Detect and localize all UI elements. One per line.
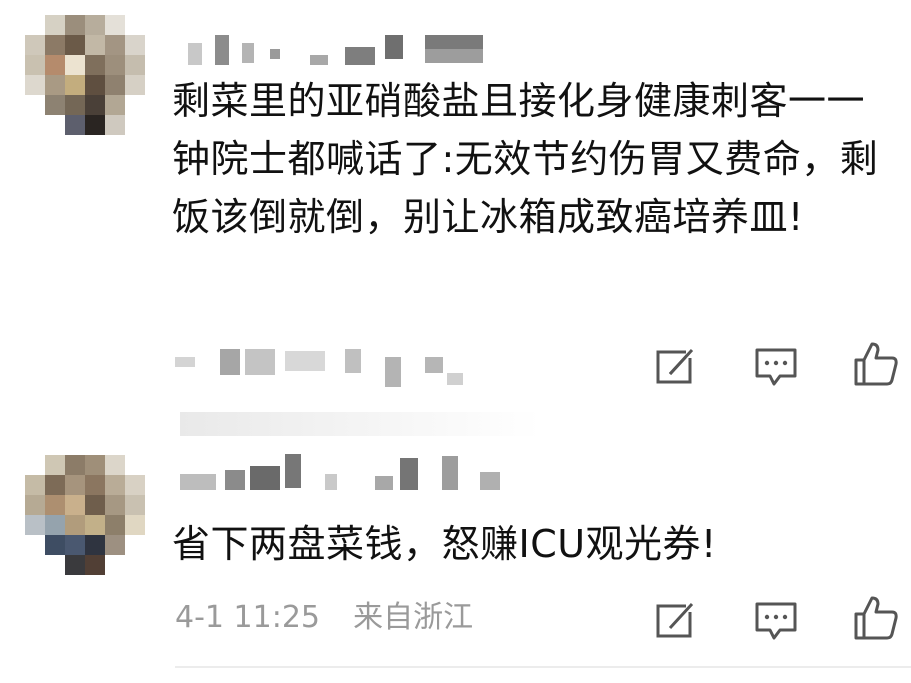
username-obscured[interactable] — [180, 35, 510, 75]
comment-time: 4-1 11:25 — [175, 600, 320, 635]
edit-forward-icon — [656, 602, 696, 638]
forward-button[interactable] — [652, 596, 700, 644]
comment-bubble-icon — [755, 602, 797, 640]
divider — [175, 666, 911, 668]
comment-meta-obscured — [175, 345, 475, 387]
forward-button[interactable] — [652, 342, 700, 390]
comment-location: 来自浙江 — [353, 600, 474, 635]
avatar[interactable] — [25, 455, 145, 575]
comment-text: 剩菜里的亚硝酸盐且接化身健康刺客一一钟院士都喊话了:无效节约伤胃又费命，剩饭该倒… — [172, 79, 879, 239]
username-obscured[interactable] — [180, 452, 510, 492]
reply-button[interactable] — [752, 596, 800, 644]
comment-item: 剩菜里的亚硝酸盐且接化身健康刺客一一钟院士都喊话了:无效节约伤胃又费命，剩饭该倒… — [0, 0, 911, 436]
thumbs-up-icon — [854, 596, 898, 640]
avatar[interactable] — [25, 15, 145, 135]
comment-text: 省下两盘菜钱，怒赚ICU观光券! — [172, 522, 717, 566]
like-button[interactable] — [852, 594, 900, 642]
thumbs-up-icon — [854, 342, 898, 386]
comment-bubble-icon — [755, 348, 797, 386]
edit-forward-icon — [656, 348, 696, 384]
comment-meta: 4-1 11:25 来自浙江 — [175, 598, 473, 638]
reply-button[interactable] — [752, 342, 800, 390]
comment-item: 省下两盘菜钱，怒赚ICU观光券! 4-1 11:25 来自浙江 — [0, 430, 911, 683]
like-button[interactable] — [852, 340, 900, 388]
